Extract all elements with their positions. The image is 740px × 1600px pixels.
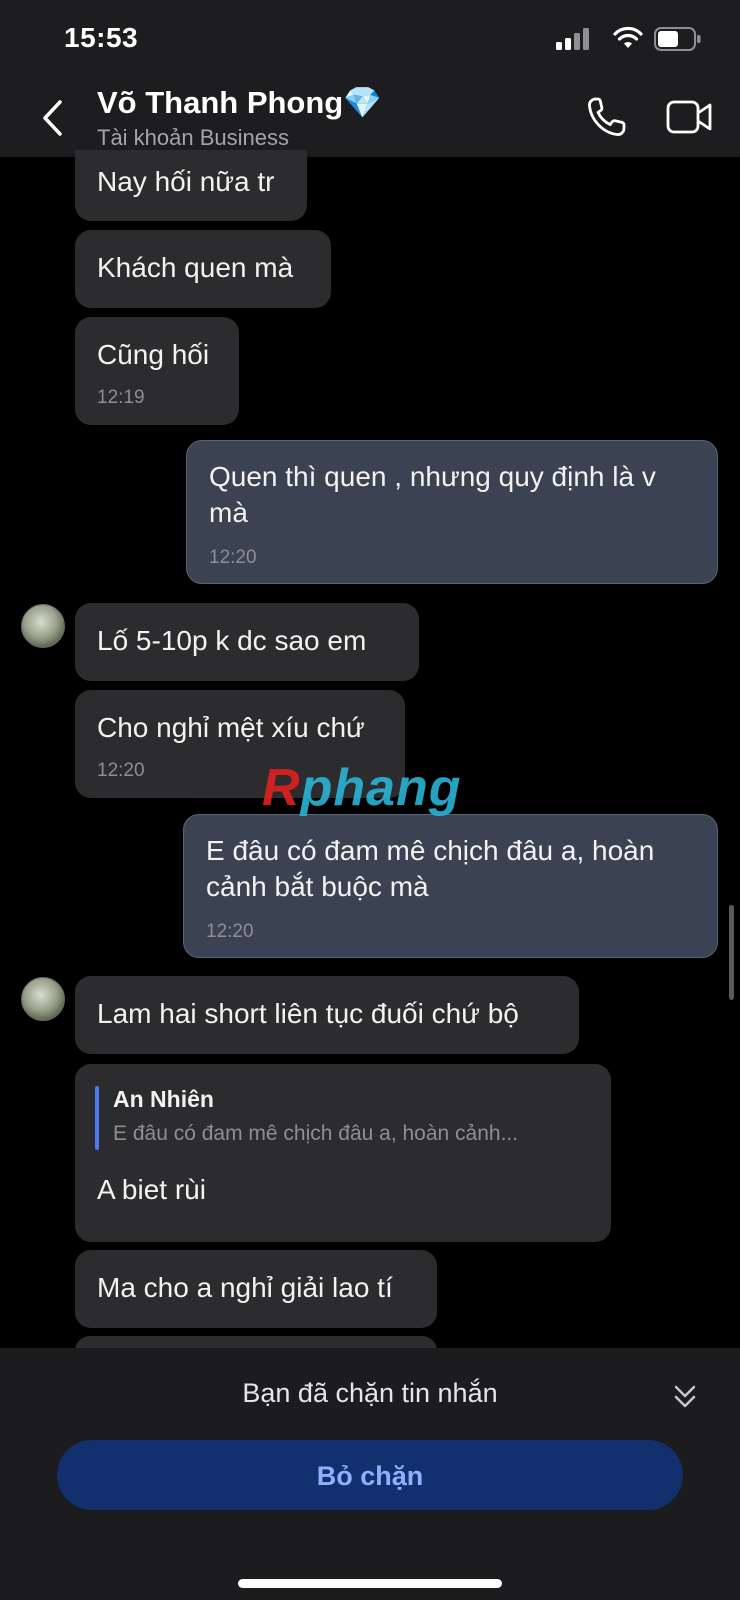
message-text: A biet rùi: [97, 1174, 206, 1205]
message-text: Quen thì quen , nhưng quy định là v mà: [209, 461, 656, 528]
message-bubble-outgoing[interactable]: E đâu có đam mê chịch đâu a, hoàn cảnh b…: [183, 814, 718, 958]
quoted-text: E đâu có đam mê chịch đâu a, hoàn cảnh..…: [113, 1122, 519, 1145]
message-bubble[interactable]: Nay hối nữa tr: [75, 150, 307, 221]
message-time: 12:20: [206, 921, 254, 942]
chevron-left-icon[interactable]: [38, 98, 68, 138]
double-chevron-down-icon[interactable]: [670, 1382, 700, 1414]
quote-bar: [95, 1086, 99, 1150]
avatar[interactable]: [21, 977, 65, 1021]
reply-message-bubble[interactable]: An Nhiên E đâu có đam mê chịch đâu a, ho…: [75, 1064, 611, 1242]
watermark-logo: Rphang: [262, 759, 462, 817]
message-bubble[interactable]: Ma cho a nghỉ giải lao tí: [75, 1250, 437, 1328]
message-text: Cũng hối: [97, 339, 210, 370]
video-camera-icon[interactable]: [666, 98, 712, 136]
scrollbar[interactable]: [729, 905, 734, 1000]
account-type-label: Tài khoản Business: [97, 125, 289, 150]
message-bubble[interactable]: Khách quen mà: [75, 230, 331, 308]
signal-icon: [556, 28, 589, 50]
message-bubble[interactable]: Lam hai short liên tục đuối chứ bộ: [75, 976, 579, 1054]
phone-icon[interactable]: [586, 96, 626, 138]
quoted-sender: An Nhiên: [113, 1086, 214, 1112]
message-text: Nay hối nữa tr: [97, 166, 275, 197]
unblock-button[interactable]: Bỏ chặn: [57, 1440, 683, 1510]
message-text: E đâu có đam mê chịch đâu a, hoàn cảnh b…: [206, 835, 655, 902]
message-text: Cho nghỉ mệt xíu chứ: [97, 712, 365, 743]
message-time: 12:20: [209, 547, 257, 568]
blocked-notice: Bạn đã chặn tin nhắn: [242, 1378, 498, 1408]
message-bubble[interactable]: Cũng hối 12:19: [75, 317, 239, 425]
home-indicator[interactable]: [238, 1579, 502, 1588]
contact-name[interactable]: Võ Thanh Phong💎: [97, 84, 382, 121]
message-bubble[interactable]: Lố 5-10p k dc sao em: [75, 603, 419, 681]
message-time: 12:20: [97, 760, 145, 781]
wifi-icon: [613, 26, 643, 48]
message-text: Lố 5-10p k dc sao em: [97, 625, 367, 656]
message-text: Khách quen mà: [97, 252, 294, 283]
message-bubble-outgoing[interactable]: Quen thì quen , nhưng quy định là v mà 1…: [186, 440, 718, 584]
message-time: 12:19: [97, 387, 145, 408]
status-time: 15:53: [64, 22, 139, 53]
battery-icon: [654, 27, 701, 51]
message-text: Ma cho a nghỉ giải lao tí: [97, 1272, 393, 1303]
avatar[interactable]: [21, 604, 65, 648]
message-text: Lam hai short liên tục đuối chứ bộ: [97, 998, 519, 1029]
